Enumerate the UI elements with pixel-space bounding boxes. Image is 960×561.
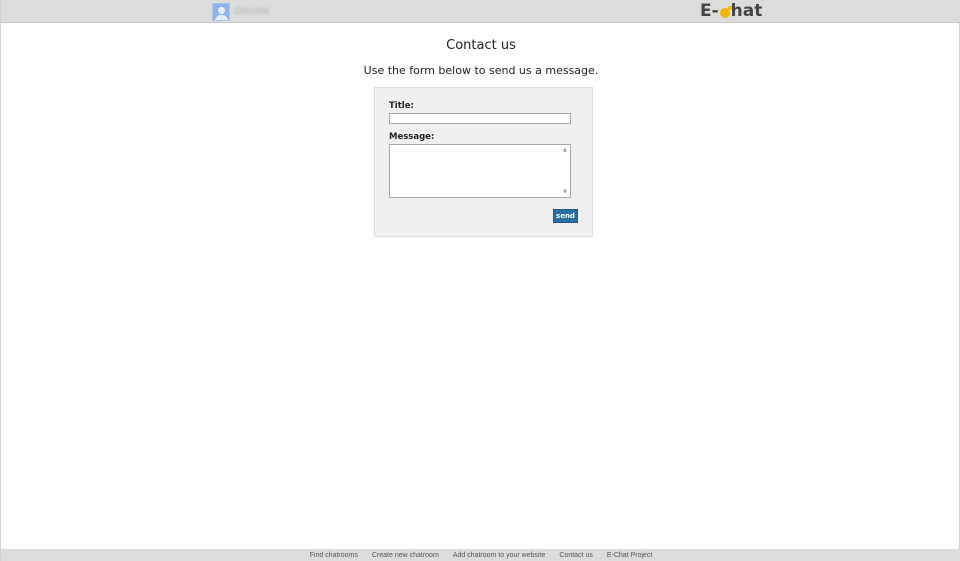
user-profile[interactable]: Decolol (212, 2, 268, 21)
logo-text-left: E- (700, 1, 719, 21)
footer-link-find-chatrooms[interactable]: Find chatrooms (310, 552, 358, 559)
echat-logo[interactable]: E- hat (700, 2, 762, 21)
footer-nav: Find chatrooms Create new chatroom Add c… (1, 549, 960, 561)
footer-link-add-chatroom[interactable]: Add chatroom to your website (453, 552, 546, 559)
top-bar: Decolol E- hat (1, 0, 960, 23)
send-button[interactable]: send (553, 209, 578, 223)
avatar-icon[interactable] (212, 2, 230, 21)
title-label: Title: (389, 101, 414, 111)
chat-bubble-icon (719, 6, 732, 18)
page-title: Contact us (446, 38, 516, 53)
footer-link-echat-project[interactable]: E-Chat Project (607, 552, 653, 559)
contact-form: Title: Message: ▲ ▼ send (374, 87, 593, 237)
message-textarea[interactable] (389, 144, 571, 198)
scroll-down-arrow-icon[interactable]: ▼ (563, 190, 567, 195)
page: Decolol E- hat Contact us Use the form b… (0, 0, 960, 561)
username[interactable]: Decolol (235, 6, 268, 17)
page-subtitle: Use the form below to send us a message. (363, 64, 599, 77)
footer-link-create-chatroom[interactable]: Create new chatroom (372, 552, 439, 559)
message-label: Message: (389, 132, 435, 142)
logo-text-right: hat (730, 1, 763, 21)
footer-link-contact-us[interactable]: Contact us (559, 552, 592, 559)
scroll-up-arrow-icon[interactable]: ▲ (563, 148, 567, 153)
title-input[interactable] (389, 113, 571, 124)
